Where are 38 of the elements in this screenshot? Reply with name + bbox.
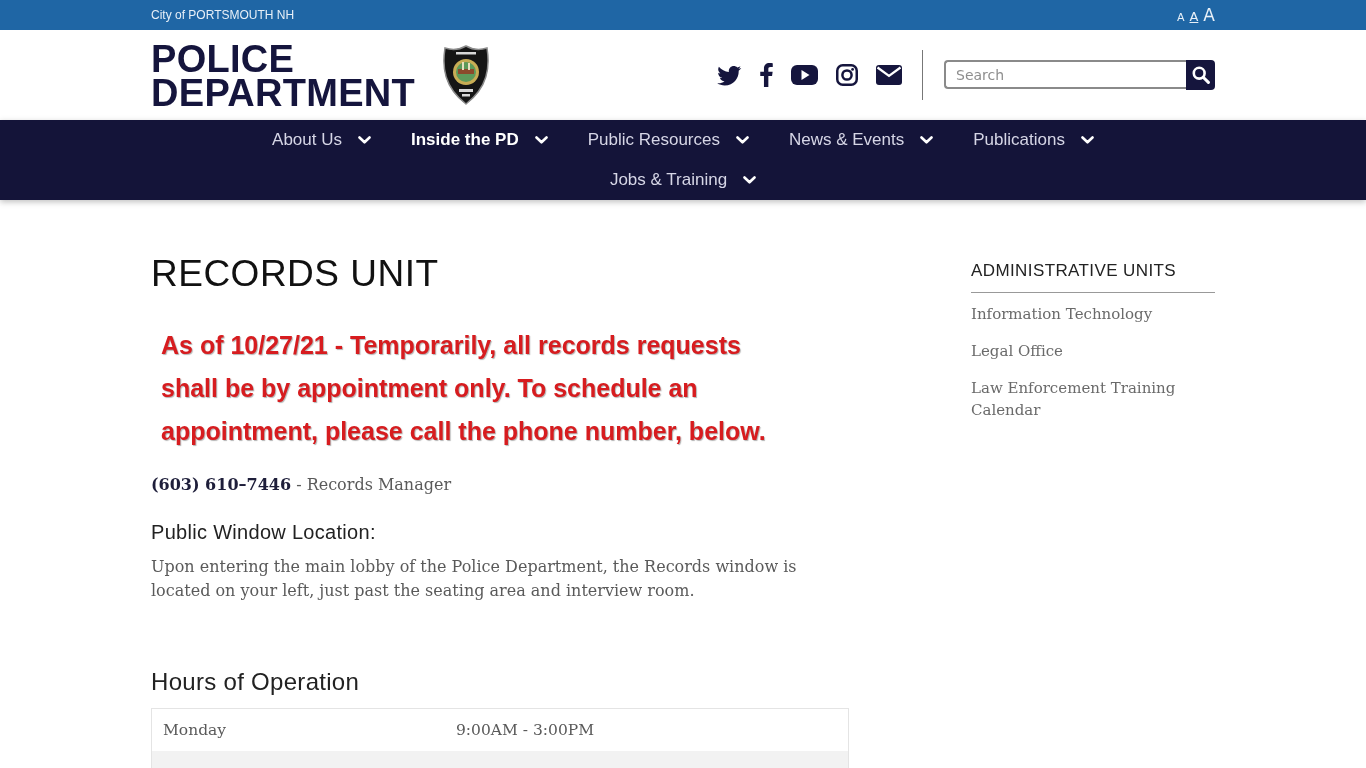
- nav-menu-item[interactable]: About Us: [252, 120, 391, 160]
- nav-menu-item[interactable]: Public Resources: [567, 120, 769, 160]
- chevron-down-icon: [743, 176, 757, 184]
- paragraph: Upon entering the main lobby of the Police Department, the Records window is located on your left, just past the seating area and interview room.: [151, 556, 798, 602]
- contact-text: (603) 610–7446 - Records Manager: [151, 474, 453, 496]
- nav-menu-item[interactable]: Inside the PD: [391, 120, 568, 160]
- text-size-button[interactable]: A: [1176, 11, 1185, 23]
- chevron-down-icon: [358, 136, 371, 144]
- text-size-button[interactable]: A: [1189, 9, 1199, 23]
- envelope-icon[interactable]: [876, 65, 902, 85]
- search-field[interactable]: Search: [944, 60, 1186, 90]
- sidebar-heading: ADMINISTRATIVE UNITS: [971, 260, 1215, 293]
- section-heading: Hours of Operation: [151, 667, 361, 697]
- site-title[interactable]: POLICE DEPARTMENT: [151, 42, 416, 110]
- chevron-down-icon: [736, 136, 749, 144]
- camera-icon[interactable]: [836, 64, 858, 86]
- city-link[interactable]: City of PORTSMOUTH NH: [151, 8, 295, 22]
- nav-menu-item[interactable]: Jobs & Training: [589, 160, 777, 200]
- text-size-button[interactable]: A: [1203, 6, 1215, 24]
- search-button[interactable]: [1186, 59, 1215, 90]
- nav-menu-item[interactable]: News & Events: [769, 120, 954, 160]
- nav-menu-item[interactable]: Publications: [953, 120, 1114, 160]
- letter-f-icon[interactable]: [760, 63, 773, 87]
- chevron-down-icon: [1080, 136, 1094, 144]
- bird-icon[interactable]: [717, 64, 742, 86]
- play-button-icon[interactable]: [791, 65, 818, 85]
- table-cell-text: 9:00AM - 3:00PM: [455, 720, 596, 741]
- sidebar-link[interactable]: Law Enforcement Training Calendar: [971, 377, 1215, 421]
- section-heading: Public Window Location:: [151, 520, 377, 545]
- sidebar-link[interactable]: Legal Office: [971, 340, 1063, 362]
- search-icon: [1191, 65, 1210, 84]
- chevron-down-icon: [920, 136, 934, 144]
- shield-badge-icon: [443, 45, 490, 105]
- sidebar-link[interactable]: Information Technology: [971, 303, 1153, 325]
- table-cell-text: Monday: [162, 720, 228, 741]
- chevron-down-icon: [534, 136, 548, 144]
- page-title: RECORDS UNIT: [151, 252, 440, 296]
- notice-text: As of 10/27/21 - Temporarily, all records requests shall be by appointment only. To schedule an appointment, please call the phone number, below.: [160, 330, 767, 447]
